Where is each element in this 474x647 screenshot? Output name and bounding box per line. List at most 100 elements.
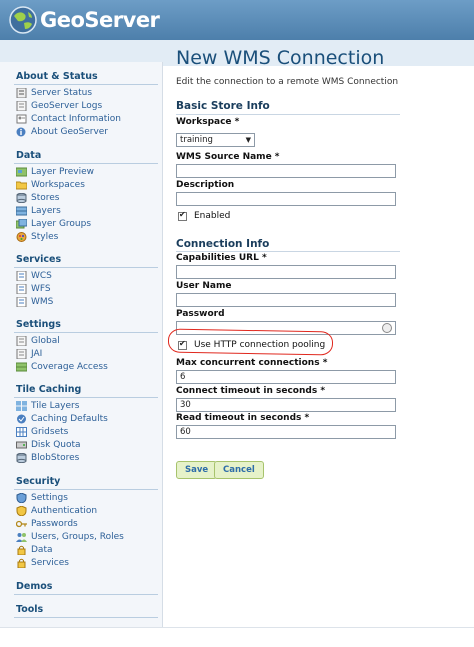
- global-icon: [16, 335, 27, 347]
- jai-icon: [16, 348, 27, 360]
- blobstores-icon: [16, 452, 27, 464]
- services-security-icon: [16, 558, 27, 569]
- wms-source-name-label: WMS Source Name *: [176, 152, 280, 162]
- authentication-icon: [16, 505, 27, 517]
- sidebar-item-services-security[interactable]: Services: [16, 557, 69, 569]
- sidebar-group-tools[interactable]: Tools: [16, 604, 43, 615]
- divider: [176, 251, 400, 252]
- divider: [14, 84, 158, 85]
- divider: [14, 163, 158, 164]
- description-label: Description: [176, 180, 235, 190]
- sidebar-group-about-status: About & Status: [16, 71, 98, 82]
- divider: [14, 332, 158, 333]
- pooling-checkbox[interactable]: [178, 339, 187, 350]
- chevron-down-icon: ▼: [245, 136, 251, 144]
- divider: [176, 114, 400, 115]
- layer-groups-icon: [15, 218, 28, 229]
- sidebar-item-layer-groups[interactable]: Layer Groups: [15, 218, 91, 230]
- page-title: New WMS Connection: [176, 47, 385, 69]
- passwords-icon: [15, 519, 27, 529]
- sidebar-item-styles[interactable]: Styles: [16, 231, 58, 243]
- sidebar-item-global[interactable]: Global: [16, 335, 60, 347]
- coverage-icon: [15, 362, 28, 372]
- read-timeout-input[interactable]: [176, 425, 396, 439]
- divider: [14, 489, 158, 490]
- layer-preview-icon: [15, 167, 28, 177]
- users-icon: [16, 532, 27, 542]
- sidebar-item-tile-layers[interactable]: Tile Layers: [16, 400, 79, 412]
- layers-icon: [15, 206, 28, 216]
- max-connections-label: Max concurrent connections *: [176, 358, 328, 368]
- sidebar-item-blobstores[interactable]: BlobStores: [16, 452, 79, 464]
- sidebar-group-data: Data: [16, 150, 42, 161]
- sidebar-item-contact-information[interactable]: Contact Information: [16, 113, 121, 125]
- sidebar-item-wcs[interactable]: WCS: [16, 270, 52, 282]
- styles-icon: [16, 232, 27, 242]
- sidebar-item-authentication[interactable]: Authentication: [16, 505, 97, 517]
- pooling-checkbox-row[interactable]: Use HTTP connection pooling: [178, 339, 325, 350]
- app-title: GeoServer: [40, 8, 160, 32]
- server-status-icon: [16, 87, 27, 99]
- sidebar-item-server-status[interactable]: Server Status: [16, 87, 92, 99]
- user-name-input[interactable]: [176, 293, 396, 307]
- divider: [14, 594, 158, 595]
- sidebar-item-workspaces[interactable]: Workspaces: [15, 179, 85, 191]
- wcs-icon: [16, 270, 27, 282]
- wfs-icon: [16, 283, 27, 295]
- save-button[interactable]: Save: [176, 461, 218, 479]
- section-basic-store-info: Basic Store Info: [176, 100, 270, 112]
- wms-icon: [16, 296, 27, 308]
- cancel-button[interactable]: Cancel: [214, 461, 264, 479]
- enabled-checkbox[interactable]: [178, 210, 187, 221]
- security-settings-icon: [16, 492, 27, 504]
- capabilities-url-label: Capabilities URL *: [176, 253, 267, 263]
- sidebar-item-coverage-access[interactable]: Coverage Access: [15, 361, 108, 373]
- divider: [14, 267, 158, 268]
- password-label: Password: [176, 309, 225, 319]
- about-icon: [16, 127, 27, 137]
- sidebar-item-about-geoserver[interactable]: About GeoServer: [16, 126, 108, 138]
- workspace-label: Workspace *: [176, 117, 240, 127]
- capabilities-url-input[interactable]: [176, 265, 396, 279]
- sidebar-item-passwords[interactable]: Passwords: [15, 518, 78, 530]
- sidebar-item-wfs[interactable]: WFS: [16, 283, 51, 295]
- sidebar-item-security-settings[interactable]: Settings: [16, 492, 68, 504]
- sidebar-group-demos[interactable]: Demos: [16, 581, 52, 592]
- workspace-select[interactable]: training ▼: [176, 133, 255, 147]
- sidebar-item-gridsets[interactable]: Gridsets: [16, 426, 68, 438]
- read-timeout-label: Read timeout in seconds *: [176, 413, 310, 423]
- max-connections-input[interactable]: [176, 370, 396, 384]
- caching-defaults-icon: [16, 414, 27, 424]
- sidebar-group-settings: Settings: [16, 319, 61, 330]
- sidebar-item-data-security[interactable]: Data: [16, 544, 53, 556]
- sidebar-item-stores[interactable]: Stores: [16, 192, 59, 204]
- description-input[interactable]: [176, 192, 396, 206]
- page-description: Edit the connection to a remote WMS Conn…: [176, 77, 399, 87]
- database-icon: [16, 192, 27, 204]
- sidebar-item-disk-quota[interactable]: Disk Quota: [16, 439, 81, 451]
- sidebar-item-users-groups-roles[interactable]: Users, Groups, Roles: [16, 531, 124, 543]
- sidebar-item-geoserver-logs[interactable]: GeoServer Logs: [16, 100, 102, 112]
- tile-layers-icon: [16, 401, 27, 411]
- connect-timeout-input[interactable]: [176, 398, 396, 412]
- sidebar-item-layer-preview[interactable]: Layer Preview: [15, 166, 94, 178]
- sidebar-item-jai[interactable]: JAI: [16, 348, 42, 360]
- workspace-select-value: training: [180, 135, 213, 145]
- sidebar-group-tile-caching: Tile Caching: [16, 384, 82, 395]
- gridsets-icon: [16, 427, 27, 437]
- password-reveal-icon[interactable]: [382, 323, 392, 333]
- sidebar-item-wms[interactable]: WMS: [16, 296, 53, 308]
- divider: [14, 617, 158, 618]
- disk-quota-icon: [16, 440, 27, 450]
- divider: [14, 397, 158, 398]
- sidebar-item-caching-defaults[interactable]: Caching Defaults: [16, 413, 108, 425]
- user-name-label: User Name: [176, 281, 232, 291]
- wms-source-name-input[interactable]: [176, 164, 396, 178]
- sidebar-item-layers[interactable]: Layers: [15, 205, 61, 217]
- enabled-checkbox-row[interactable]: Enabled: [178, 210, 230, 221]
- header-bar: GeoServer: [0, 0, 474, 40]
- data-security-icon: [16, 545, 27, 556]
- sidebar-group-security: Security: [16, 476, 61, 487]
- folder-icon: [15, 180, 28, 190]
- sidebar: About & Status Server Status GeoServer L…: [0, 62, 163, 627]
